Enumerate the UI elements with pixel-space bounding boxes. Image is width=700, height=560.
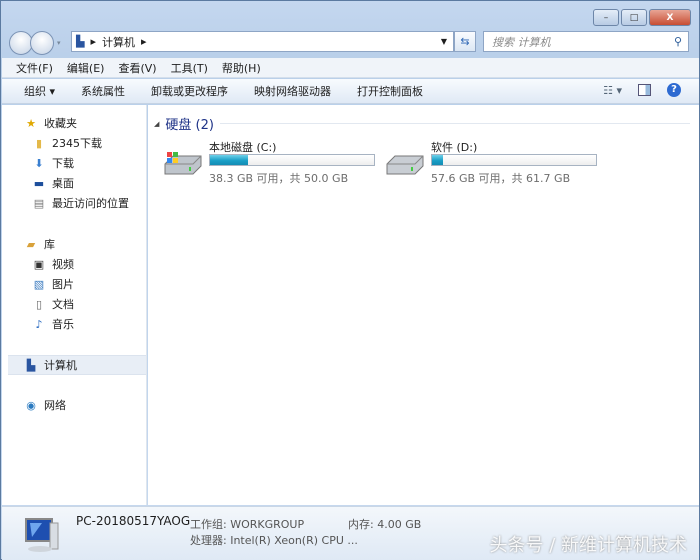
search-input[interactable]: 搜索 计算机 ⚲ [483, 31, 689, 52]
command-bar: 组织 ▾ 系统属性 卸载或更改程序 映射网络驱动器 打开控制面板 [2, 79, 699, 104]
star-icon: ★ [26, 116, 36, 130]
address-dropdown-icon[interactable]: ▼ [441, 37, 447, 46]
sidebar-label: 库 [44, 238, 55, 251]
close-button[interactable]: X [649, 9, 691, 26]
sidebar-label: 音乐 [52, 318, 74, 331]
forward-button[interactable] [30, 31, 54, 55]
sidebar-label: 收藏夹 [44, 117, 77, 130]
search-placeholder: 搜索 计算机 [492, 35, 551, 49]
sidebar-libraries[interactable]: ▰ 库 [24, 234, 168, 254]
open-control-panel-button[interactable]: 打开控制面板 [357, 83, 423, 99]
pictures-icon: ▧ [33, 277, 45, 291]
sidebar-favorites[interactable]: ★ 收藏夹 [24, 113, 168, 133]
menu-file[interactable]: 文件(F) [16, 60, 53, 76]
menu-bar: 文件(F) 编辑(E) 查看(V) 工具(T) 帮助(H) [2, 58, 699, 78]
change-view-icon[interactable]: ☷ ▾ [603, 84, 622, 97]
processor: 处理器: Intel(R) Xeon(R) CPU ... [190, 534, 358, 547]
explorer-window: – □ X ▾ ▙ ▸ 计算机 ▸ ▼ ⇆ 搜索 计算机 ⚲ 文件(F) 编辑(… [0, 0, 700, 560]
group-divider [220, 123, 690, 124]
details-pane: PC-20180517YAOG 工作组: WORKGROUP 内存: 4.00 … [2, 506, 699, 560]
recent-places-icon: ▤ [33, 196, 45, 210]
map-network-drive-button[interactable]: 映射网络驱动器 [254, 83, 331, 99]
search-icon[interactable]: ⚲ [674, 35, 682, 48]
hard-drive-icon [386, 155, 424, 175]
minimize-button[interactable]: – [593, 9, 619, 26]
view-controls: ☷ ▾ ? [603, 83, 681, 97]
computer-icon: ▙ [26, 358, 36, 372]
downloads-folder-icon: ⬇ [34, 156, 44, 170]
uninstall-program-button[interactable]: 卸载或更改程序 [151, 83, 228, 99]
maximize-button[interactable]: □ [621, 9, 647, 26]
sidebar-label: 最近访问的位置 [52, 197, 129, 210]
drive-name: 本地磁盘 (C:) [209, 141, 277, 154]
refresh-button[interactable]: ⇆ [454, 31, 476, 52]
help-icon[interactable]: ? [667, 83, 681, 97]
video-icon: ▣ [33, 257, 45, 271]
drive-usage-fill [432, 155, 443, 165]
desktop-icon: ▬ [33, 176, 45, 190]
address-bar[interactable]: ▙ ▸ 计算机 ▸ ▼ [71, 31, 454, 52]
drive-usage-fill [210, 155, 249, 165]
breadcrumb-computer[interactable]: 计算机 [102, 34, 135, 50]
sidebar-network[interactable]: ◉ 网络 [24, 395, 168, 415]
sidebar-label: 视频 [52, 258, 74, 271]
folder-icon: ▮ [35, 136, 43, 150]
watermark: 头条号 / 新维计算机技术 [489, 535, 687, 556]
content-pane: ◢ 硬盘 (2) 本地磁盘 (C:) 38.3 GB 可用，共 50.0 GB 软… [148, 105, 699, 505]
drive-free-space: 57.6 GB 可用，共 61.7 GB [431, 172, 571, 185]
computer-large-icon [25, 518, 59, 552]
sidebar-label: 桌面 [52, 177, 74, 190]
system-drive-icon [164, 152, 202, 175]
memory: 内存: 4.00 GB [348, 518, 422, 531]
drive-free-space: 38.3 GB 可用，共 50.0 GB [209, 172, 349, 185]
window-controls: – □ X [593, 9, 691, 26]
documents-icon: ▯ [35, 297, 43, 311]
sidebar-label: 2345下载 [52, 137, 102, 150]
preview-pane-icon[interactable] [638, 84, 651, 96]
sidebar-label: 计算机 [44, 359, 77, 372]
sidebar-label: 网络 [44, 399, 66, 412]
computer-icon: ▙ [76, 35, 85, 48]
drive-usage-bar [209, 154, 375, 166]
library-icon: ▰ [26, 237, 36, 251]
drive-d[interactable]: 软件 (D:) 57.6 GB 可用，共 61.7 GB [385, 138, 600, 188]
drive-usage-bar [431, 154, 597, 166]
menu-edit[interactable]: 编辑(E) [67, 60, 105, 76]
workgroup: 工作组: WORKGROUP [190, 518, 305, 531]
menu-tools[interactable]: 工具(T) [171, 60, 208, 76]
music-icon: ♪ [35, 317, 43, 331]
breadcrumb-sep: ▸ [90, 35, 96, 48]
network-icon: ◉ [26, 398, 36, 412]
sidebar-label: 文档 [52, 298, 74, 311]
sidebar-label: 图片 [52, 278, 74, 291]
nav-buttons: ▾ [9, 31, 61, 55]
breadcrumb-sep[interactable]: ▸ [141, 35, 147, 48]
collapse-icon[interactable]: ◢ [154, 120, 159, 128]
group-title: 硬盘 (2) [165, 118, 214, 133]
group-header-hard-disks[interactable]: ◢ 硬盘 (2) [154, 114, 214, 133]
system-properties-button[interactable]: 系统属性 [81, 83, 125, 99]
navigation-pane: ★ 收藏夹 ▮ 2345下载 ⬇ 下载 ▬ 桌面 ▤ 最近访问的位置 ▰ 库 ▣ 视频 ▧ 图片… [2, 105, 147, 505]
drive-c[interactable]: 本地磁盘 (C:) 38.3 GB 可用，共 50.0 GB [163, 138, 378, 188]
drive-name: 软件 (D:) [431, 141, 478, 154]
sidebar-label: 下载 [52, 157, 74, 170]
menu-help[interactable]: 帮助(H) [222, 60, 261, 76]
sidebar-computer[interactable]: ▙ 计算机 [8, 355, 146, 375]
recent-dropdown-icon[interactable]: ▾ [57, 39, 61, 47]
menu-view[interactable]: 查看(V) [118, 60, 156, 76]
organize-button[interactable]: 组织 ▾ [24, 83, 55, 99]
computer-name: PC-20180517YAOG [76, 514, 191, 528]
